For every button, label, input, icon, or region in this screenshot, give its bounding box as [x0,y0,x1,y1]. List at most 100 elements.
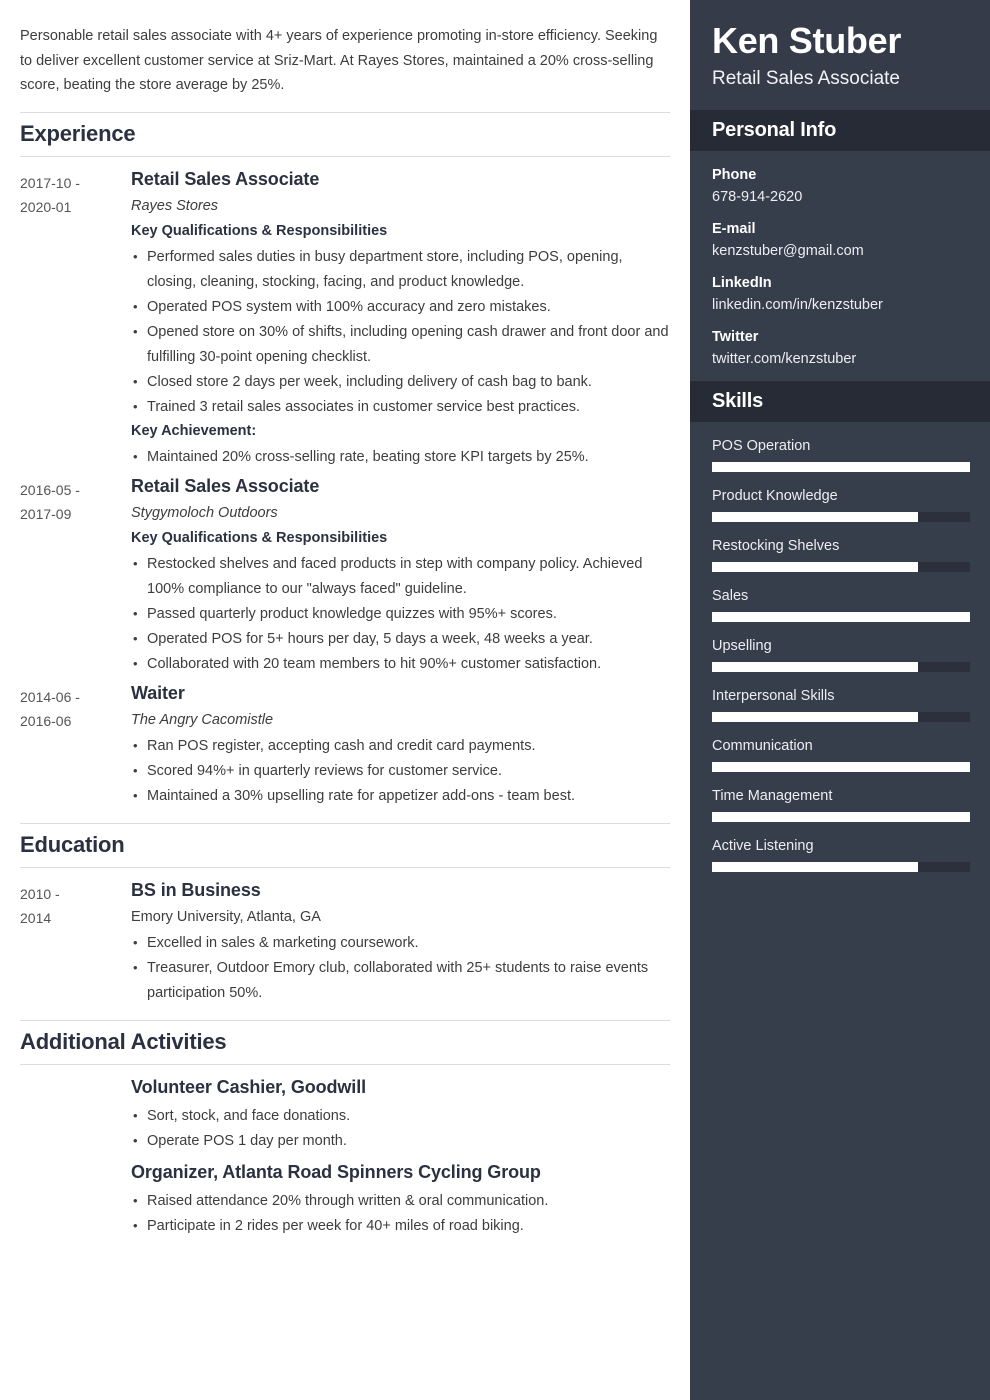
bullet-item: Opened store on 30% of shifts, including… [131,319,670,370]
bullet-item: Maintained a 30% upselling rate for appe… [131,783,670,809]
skill-label: Product Knowledge [712,488,838,504]
bullet-item: Passed quarterly product knowledge quizz… [131,601,670,627]
skill-item: Upselling [712,636,970,672]
skill-item: Interpersonal Skills [712,686,970,722]
bullet-item: Restocked shelves and faced products in … [131,551,670,602]
entry: 2016-05 - 2017-09 Retail Sales Associate St… [20,474,670,677]
entry-date-line: 2014-06 - [20,688,80,705]
bullet-item: Collaborated with 20 team members to hit… [131,651,670,677]
activities-list: Volunteer Cashier, Goodwill Sort, stock, … [20,1075,670,1239]
contact-item: Twitter twitter.com/kenzstuber [712,327,968,370]
skill-bar-track [712,562,970,572]
entry-dates: 2016-05 - 2017-09 [20,474,131,526]
responsibility-list: Performed sales duties in busy departmen… [131,244,670,420]
personal-info-band: Personal Info [690,110,990,151]
skill-bar-fill [712,462,970,472]
sidebar-header: Ken Stuber Retail Sales Associate [690,0,990,110]
contact-value[interactable]: linkedin.com/in/kenzstuber [712,295,968,316]
skill-label: Time Management [712,788,833,804]
bullet-item: Ran POS register, accepting cash and cre… [131,733,670,759]
skill-bar-track [712,612,970,622]
activity-title: Volunteer Cashier, Goodwill [131,1076,367,1097]
education-section: Education 2010 - 2014 BS in Business Emory … [20,822,670,1006]
summary-paragraph: Personable retail sales associate with 4… [20,28,658,93]
skill-bar-track [712,512,970,522]
entry-body: Waiter The Angry Cacomistle Ran POS regist… [131,681,670,809]
contact-item: LinkedIn linkedin.com/in/kenzstuber [712,273,968,316]
responsibility-list: Restocked shelves and faced products in … [131,551,670,677]
contact-item: Phone 678-914-2620 [712,165,968,208]
entry-date-line: 2016-06 [20,712,72,729]
main-column: Personable retail sales associate with 4… [0,0,690,1400]
candidate-role: Retail Sales Associate [712,68,900,89]
entry: 2014-06 - 2016-06 Waiter The Angry Cacomist… [20,681,670,809]
entry-title: Retail Sales Associate [131,168,320,189]
entry-organization: Stygymoloch Outdoors [131,504,278,521]
contact-label: LinkedIn [712,275,772,291]
entry-body: BS in Business Emory University, Atlanta,… [131,878,670,1006]
bullet-item: Trained 3 retail sales associates in cus… [131,394,670,420]
entry-body: Retail Sales Associate Stygymoloch Outdoo… [131,474,670,677]
skill-label: Restocking Shelves [712,538,840,554]
skill-item: Communication [712,736,970,772]
entry-organization: Rayes Stores [131,197,219,214]
skill-bar-fill [712,862,919,872]
bullet-item: Excelled in sales & marketing coursework… [131,930,670,956]
entry-organization: The Angry Cacomistle [131,711,274,728]
entry-date-line: 2017-10 - [20,174,80,191]
entry-title: Waiter [131,682,185,703]
entry-date-line: 2017-09 [20,505,72,522]
activity-title: Organizer, Atlanta Road Spinners Cycling… [131,1161,541,1182]
entry-date-line: 2020-01 [20,198,72,215]
entry-date-line: 2014 [20,909,52,926]
bullet-item: Treasurer, Outdoor Emory club, collabora… [131,955,670,1006]
activity-block: Organizer, Atlanta Road Spinners Cycling… [131,1160,670,1239]
skill-bar-track [712,812,970,822]
activities-section: Additional Activities Volunteer Cashier,… [20,1019,670,1239]
section-title-activities: Additional Activities [20,1019,670,1065]
activity-bullet-list: Raised attendance 20% through written & … [131,1188,670,1239]
entry-dates: 2010 - 2014 [20,878,131,930]
personal-info-title: Personal Info [712,119,837,141]
skill-label: Interpersonal Skills [712,688,835,704]
bullet-item: Maintained 20% cross-selling rate, beati… [131,444,670,470]
skill-item: Sales [712,586,970,622]
bullet-item: Sort, stock, and face donations. [131,1103,670,1129]
contact-list: Phone 678-914-2620 E-mail kenzstuber@gmail.… [690,151,990,370]
skill-label: Sales [712,588,749,604]
skills-list: POS Operation Product Knowledge Restocking… [690,422,990,872]
bullet-item: Operate POS 1 day per month. [131,1128,670,1154]
skill-bar-track [712,862,970,872]
entry-organization: Emory University, Atlanta, GA [131,908,321,925]
entry-dates: 2017-10 - 2020-01 [20,167,131,219]
skill-bar-track [712,462,970,472]
contact-value[interactable]: twitter.com/kenzstuber [712,349,968,370]
skills-title: Skills [712,390,764,412]
entry-date-line: 2016-05 - [20,481,80,498]
skill-bar-fill [712,762,970,772]
bullet-item: Raised attendance 20% through written & … [131,1188,670,1214]
skill-bar-track [712,762,970,772]
activity-bullet-list: Sort, stock, and face donations.Operate … [131,1103,670,1154]
bullet-item: Scored 94%+ in quarterly reviews for cus… [131,758,670,784]
skill-label: Active Listening [712,838,814,854]
contact-value[interactable]: kenzstuber@gmail.com [712,241,968,262]
skill-bar-fill [712,712,919,722]
entry-body: Retail Sales Associate Rayes Stores Key Qu… [131,167,670,470]
contact-value[interactable]: 678-914-2620 [712,187,968,208]
section-title-education: Education [20,822,670,868]
contact-label: Twitter [712,329,759,345]
entry-dates: 2014-06 - 2016-06 [20,681,131,733]
contact-item: E-mail kenzstuber@gmail.com [712,219,968,262]
skill-label: Upselling [712,638,772,654]
skill-bar-fill [712,562,919,572]
education-list: 2010 - 2014 BS in Business Emory University… [20,878,670,1006]
experience-list: 2017-10 - 2020-01 Retail Sales Associate Ra… [20,167,670,809]
skill-item: Active Listening [712,836,970,872]
sidebar: Ken Stuber Retail Sales Associate Person… [690,0,990,1400]
entry-title: Retail Sales Associate [131,475,320,496]
activity-block: Volunteer Cashier, Goodwill Sort, stock, … [131,1075,670,1154]
section-title-experience: Experience [20,111,670,157]
bullet-item: Performed sales duties in busy departmen… [131,244,670,295]
achievement-list: Maintained 20% cross-selling rate, beati… [131,444,670,470]
